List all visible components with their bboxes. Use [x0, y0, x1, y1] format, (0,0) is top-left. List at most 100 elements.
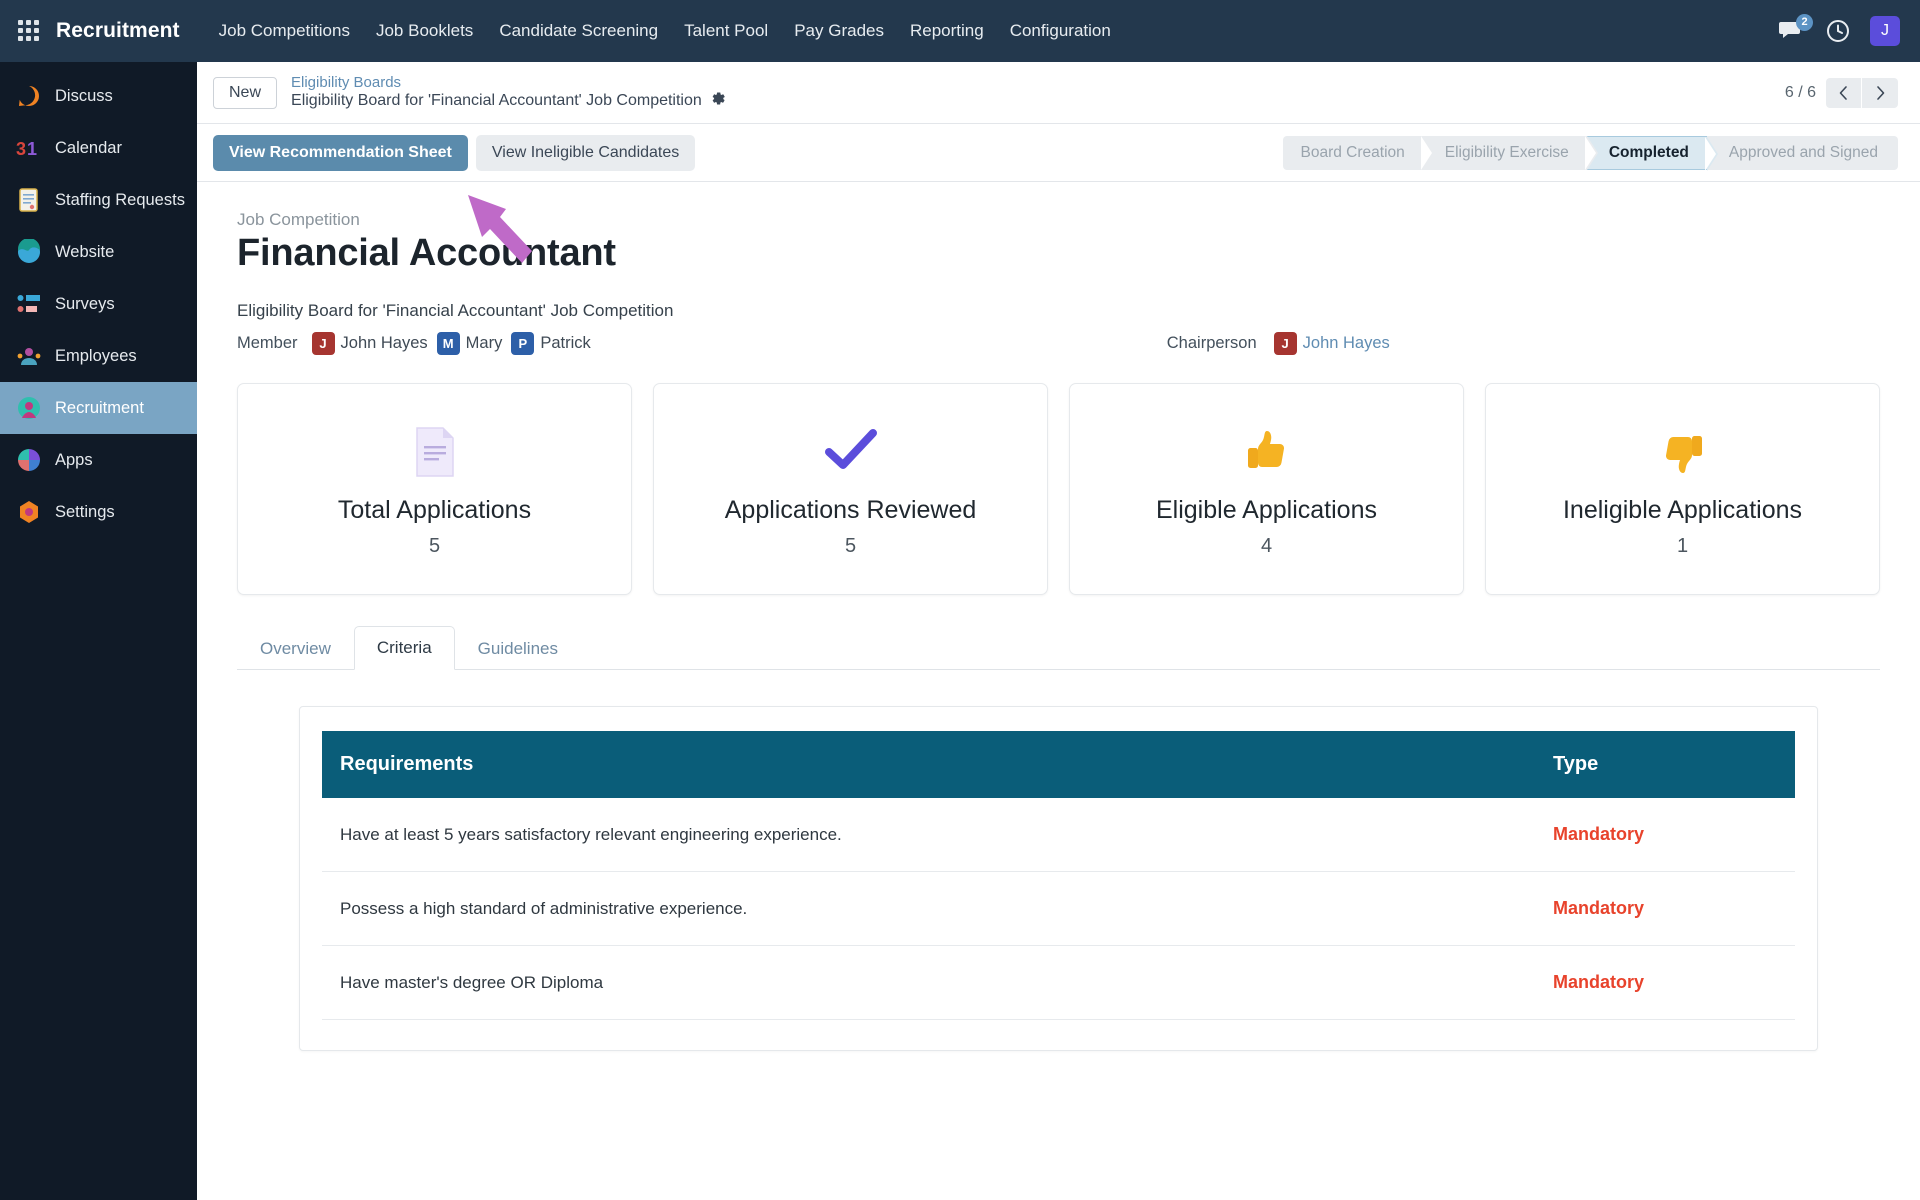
menu-talent-pool[interactable]: Talent Pool — [671, 15, 781, 47]
check-icon — [824, 420, 878, 484]
chairperson-field: Chairperson J John Hayes — [1167, 332, 1390, 355]
sidebar-label-recruitment: Recruitment — [55, 398, 144, 417]
menu-job-competitions[interactable]: Job Competitions — [206, 15, 363, 47]
stage-label: Completed — [1608, 143, 1689, 161]
sidebar-item-apps[interactable]: Apps — [0, 434, 197, 486]
thumbs-down-icon — [1661, 420, 1705, 484]
apps-icon — [16, 447, 42, 473]
clock-icon[interactable] — [1826, 19, 1850, 43]
stage-completed[interactable]: Completed — [1586, 135, 1719, 171]
menu-reporting[interactable]: Reporting — [897, 15, 997, 47]
view-ineligible-candidates-button[interactable]: View Ineligible Candidates — [475, 134, 696, 171]
criteria-table: Requirements Type Have at least 5 years … — [322, 731, 1795, 1020]
stat-card-title: Ineligible Applications — [1562, 496, 1803, 524]
member-label: Member — [237, 334, 298, 352]
pager-count: 6 / 6 — [1784, 83, 1816, 101]
chevron-left-icon[interactable] — [1826, 77, 1862, 108]
sidebar-label-staffing-requests: Staffing Requests — [55, 190, 185, 209]
svg-text:3: 3 — [16, 139, 26, 159]
sidebar-label-calendar: Calendar — [55, 138, 122, 157]
user-avatar[interactable]: J — [1870, 16, 1900, 46]
sidebar-label-employees: Employees — [55, 346, 137, 365]
sidebar-item-recruitment[interactable]: Recruitment — [0, 382, 197, 434]
stat-cards: Total Applications 5 Applications Review… — [237, 383, 1880, 595]
stat-card-value: 5 — [844, 535, 857, 557]
staffing-requests-icon — [16, 187, 42, 213]
sidebar-item-employees[interactable]: Employees — [0, 330, 197, 382]
stat-card-value: 1 — [1676, 535, 1689, 557]
chairperson-label: Chairperson — [1166, 334, 1257, 352]
stat-card-title: Applications Reviewed — [724, 496, 977, 524]
sidebar-item-discuss[interactable]: Discuss — [0, 70, 197, 122]
breadcrumb: Eligibility Boards Eligibility Board for… — [291, 74, 726, 112]
member-tag[interactable]: P Patrick — [511, 332, 591, 355]
calendar-icon: 3 1 — [16, 135, 42, 161]
table-row[interactable]: Have at least 5 years satisfactory relev… — [322, 798, 1795, 872]
sidebar-item-website[interactable]: Website — [0, 226, 197, 278]
stat-card-title: Total Applications — [337, 496, 532, 524]
breadcrumb-current-label: Eligibility Board for 'Financial Account… — [291, 91, 702, 109]
top-navbar: Recruitment Job Competitions Job Booklet… — [0, 0, 1920, 62]
menu-configuration[interactable]: Configuration — [997, 15, 1124, 47]
form-sheet: Job Competition Financial Accountant Eli… — [197, 182, 1920, 1200]
discuss-icon — [16, 83, 42, 109]
stage-approved-and-signed[interactable]: Approved and Signed — [1706, 135, 1898, 170]
stat-card-total-applications[interactable]: Total Applications 5 — [237, 383, 632, 595]
sidebar-label-website: Website — [55, 242, 115, 261]
chairperson-name-link[interactable]: John Hayes — [1303, 334, 1390, 353]
stage-eligibility-exercise[interactable]: Eligibility Exercise — [1422, 135, 1598, 170]
job-competition-label: Job Competition — [237, 210, 360, 229]
sidebar-item-surveys[interactable]: Surveys — [0, 278, 197, 330]
app-brand-recruitment[interactable]: Recruitment — [56, 19, 180, 43]
stage-label: Board Creation — [1300, 143, 1405, 161]
menu-pay-grades[interactable]: Pay Grades — [781, 15, 897, 47]
stat-card-value: 4 — [1260, 535, 1273, 557]
sidebar-item-calendar[interactable]: 3 1 Calendar — [0, 122, 197, 174]
chevron-right-icon[interactable] — [1862, 77, 1898, 108]
chairperson-tag[interactable]: J John Hayes — [1273, 332, 1390, 355]
sidebar-item-settings[interactable]: Settings — [0, 486, 197, 538]
menu-candidate-screening[interactable]: Candidate Screening — [486, 15, 671, 47]
cell-type: Mandatory — [1535, 798, 1795, 872]
new-button[interactable]: New — [213, 76, 278, 109]
table-row[interactable]: Have master's degree OR Diploma Mandator… — [322, 945, 1795, 1020]
avatar: P — [511, 332, 535, 355]
apps-grid-icon[interactable] — [18, 20, 40, 42]
record-pager: 6 / 6 — [1784, 77, 1898, 108]
sheet-inner: Job Competition Financial Accountant Eli… — [197, 202, 1920, 1051]
surveys-icon — [16, 291, 42, 317]
tab-guidelines[interactable]: Guidelines — [455, 627, 581, 670]
member-name: Mary — [465, 334, 503, 352]
member-tag[interactable]: M Mary — [436, 332, 503, 355]
tab-criteria[interactable]: Criteria — [353, 626, 455, 670]
header-type: Type — [1535, 731, 1795, 798]
navbar-systray: 2 J — [1778, 14, 1920, 46]
control-panel: New Eligibility Boards Eligibility Board… — [197, 62, 1920, 124]
stat-card-applications-reviewed[interactable]: Applications Reviewed 5 — [653, 383, 1048, 595]
view-recommendation-sheet-button[interactable]: View Recommendation Sheet — [213, 134, 468, 171]
menu-job-booklets[interactable]: Job Booklets — [363, 15, 486, 47]
messages-icon[interactable]: 2 — [1778, 14, 1813, 43]
main-content: New Eligibility Boards Eligibility Board… — [197, 62, 1920, 1200]
cell-requirement: Possess a high standard of administrativ… — [322, 871, 1535, 946]
sidebar-label-discuss: Discuss — [55, 86, 113, 105]
cell-requirement: Have at least 5 years satisfactory relev… — [322, 798, 1535, 872]
breadcrumb-root-link[interactable]: Eligibility Boards — [291, 74, 726, 91]
stat-card-eligible-applications[interactable]: Eligible Applications 4 — [1069, 383, 1464, 595]
gear-icon[interactable] — [711, 91, 726, 111]
breadcrumb-current: Eligibility Board for 'Financial Account… — [291, 91, 726, 111]
cell-requirement: Have master's degree OR Diploma — [322, 945, 1535, 1020]
criteria-table-body: Have at least 5 years satisfactory relev… — [322, 798, 1795, 1020]
sidebar-item-staffing-requests[interactable]: Staffing Requests — [0, 174, 197, 226]
messages-badge: 2 — [1796, 14, 1813, 31]
page-title: Financial Accountant — [237, 232, 616, 274]
table-row[interactable]: Possess a high standard of administrativ… — [322, 871, 1795, 946]
avatar: J — [1273, 332, 1297, 355]
stage-board-creation[interactable]: Board Creation — [1282, 135, 1435, 170]
pager-buttons — [1826, 77, 1898, 108]
stat-card-ineligible-applications[interactable]: Ineligible Applications 1 — [1485, 383, 1880, 595]
tab-overview[interactable]: Overview — [237, 627, 354, 670]
people-row: Member J John Hayes M Mary P Patrick Cha… — [237, 332, 1880, 355]
member-tag[interactable]: J John Hayes — [311, 332, 428, 355]
header-requirements: Requirements — [322, 731, 1535, 798]
